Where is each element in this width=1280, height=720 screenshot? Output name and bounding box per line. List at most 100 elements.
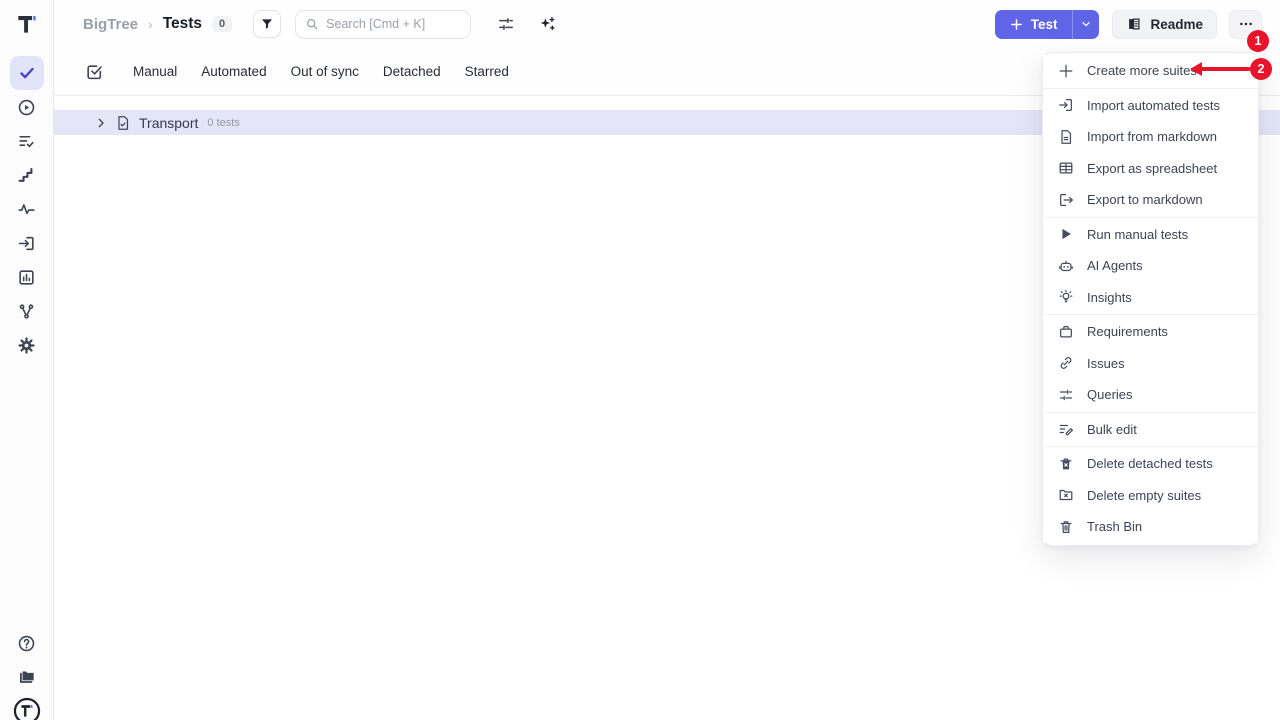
bar-chart-icon: [17, 268, 36, 287]
gear-icon: [17, 336, 36, 355]
readme-label: Readme: [1150, 17, 1203, 32]
menu-item-label: Requirements: [1087, 324, 1168, 339]
create-test-split-button: Test: [995, 10, 1100, 39]
pulse-icon: [17, 200, 36, 219]
breadcrumb-project[interactable]: BigTree: [83, 16, 138, 33]
sliders-icon: [1058, 387, 1074, 403]
sidebar-item-settings[interactable]: [10, 328, 44, 362]
export-box-icon: [1058, 192, 1074, 208]
tab-starred[interactable]: Starred: [465, 64, 509, 79]
menu-item-delete-empty-suites[interactable]: Delete empty suites: [1043, 480, 1258, 512]
menu-item-ai-agents[interactable]: AI Agents: [1043, 250, 1258, 282]
funnel-icon: [260, 17, 274, 31]
tab-automated[interactable]: Automated: [201, 64, 266, 79]
sidebar-bottom: [10, 626, 44, 720]
menu-divider: [1043, 217, 1258, 218]
sidebar-item-help[interactable]: [10, 626, 44, 660]
chevron-right-icon[interactable]: [95, 117, 107, 129]
menu-item-label: Delete empty suites: [1087, 488, 1201, 503]
spreadsheet-grid-icon: [1058, 160, 1074, 176]
suite-test-count: 0 tests: [207, 117, 239, 129]
view-settings-button[interactable]: [496, 14, 516, 34]
tests-count-badge: 0: [212, 16, 232, 32]
tab-out-of-sync[interactable]: Out of sync: [291, 64, 359, 79]
sidebar-item-pulse[interactable]: [10, 192, 44, 226]
suite-name: Transport: [139, 115, 198, 131]
sidebar-item-runs[interactable]: [10, 90, 44, 124]
menu-item-export-as-spreadsheet[interactable]: Export as spreadsheet: [1043, 153, 1258, 185]
logo-t-icon: [14, 11, 40, 37]
lightbulb-icon: [1058, 289, 1074, 305]
menu-item-delete-detached-tests[interactable]: Delete detached tests: [1043, 448, 1258, 480]
search-box[interactable]: [295, 10, 471, 39]
more-actions-menu: Create more suites Import automated test…: [1042, 52, 1259, 546]
menu-item-label: Trash Bin: [1087, 519, 1142, 534]
briefcase-icon: [1058, 324, 1074, 340]
select-all-check-icon: [85, 62, 104, 81]
folder-x-icon: [1058, 487, 1074, 503]
select-all-button[interactable]: [85, 62, 104, 81]
filter-button[interactable]: [253, 10, 281, 38]
trash-icon: [1058, 519, 1074, 535]
play-icon: [1058, 226, 1074, 242]
menu-item-import-automated-tests[interactable]: Import automated tests: [1043, 90, 1258, 122]
menu-item-label: Run manual tests: [1087, 227, 1188, 242]
create-test-label: Test: [1031, 17, 1058, 32]
robot-icon: [1058, 258, 1074, 274]
create-test-button[interactable]: Test: [995, 10, 1073, 39]
menu-item-bulk-edit[interactable]: Bulk edit: [1043, 414, 1258, 446]
book-icon: [1126, 16, 1142, 32]
sidebar-item-milestones[interactable]: [10, 158, 44, 192]
menu-item-label: Queries: [1087, 387, 1133, 402]
annotation-arrow-head: [1190, 62, 1202, 76]
sidebar-nav: [10, 56, 44, 362]
help-circle-icon: [17, 634, 36, 653]
menu-item-issues[interactable]: Issues: [1043, 348, 1258, 380]
menu-item-label: Import automated tests: [1087, 98, 1220, 113]
menu-item-export-to-markdown[interactable]: Export to markdown: [1043, 184, 1258, 216]
ai-assistant-button[interactable]: [537, 14, 557, 34]
app-logo[interactable]: [10, 7, 44, 41]
menu-item-run-manual-tests[interactable]: Run manual tests: [1043, 219, 1258, 251]
menu-divider: [1043, 88, 1258, 89]
menu-item-queries[interactable]: Queries: [1043, 379, 1258, 411]
sidebar-item-branches[interactable]: [10, 294, 44, 328]
sliders-icon: [497, 15, 515, 33]
sidebar-item-test-plans[interactable]: [10, 124, 44, 158]
list-pencil-icon: [1058, 421, 1074, 437]
sidebar-item-account[interactable]: [10, 694, 44, 720]
sidebar-item-projects[interactable]: [10, 660, 44, 694]
avatar: [13, 697, 41, 720]
search-input[interactable]: [326, 17, 456, 31]
menu-item-label: Import from markdown: [1087, 129, 1217, 144]
menu-item-label: Export to markdown: [1087, 192, 1203, 207]
menu-divider: [1043, 412, 1258, 413]
top-bar: BigTree › Tests 0 Test: [54, 0, 1280, 48]
chevron-down-icon: [1080, 18, 1092, 30]
menu-item-label: Bulk edit: [1087, 422, 1137, 437]
plus-icon: [1010, 18, 1023, 31]
menu-item-import-from-markdown[interactable]: Import from markdown: [1043, 121, 1258, 153]
sidebar-item-reports[interactable]: [10, 260, 44, 294]
menu-item-insights[interactable]: Insights: [1043, 282, 1258, 314]
menu-item-trash-bin[interactable]: Trash Bin: [1043, 511, 1258, 543]
menu-item-requirements[interactable]: Requirements: [1043, 316, 1258, 348]
menu-item-label: Create more suites: [1087, 63, 1197, 78]
ellipsis-icon: [1238, 16, 1254, 32]
tab-manual[interactable]: Manual: [133, 64, 177, 79]
folders-icon: [17, 667, 37, 687]
sidebar-item-import[interactable]: [10, 226, 44, 260]
menu-item-label: Insights: [1087, 290, 1132, 305]
menu-item-label: Issues: [1087, 356, 1125, 371]
tab-detached[interactable]: Detached: [383, 64, 441, 79]
sidebar-item-tests[interactable]: [10, 56, 44, 90]
menu-item-label: Delete detached tests: [1087, 456, 1213, 471]
file-document-icon: [1058, 129, 1074, 145]
menu-divider: [1043, 446, 1258, 447]
steps-icon: [17, 166, 36, 185]
create-test-dropdown-button[interactable]: [1072, 10, 1099, 39]
search-icon: [305, 17, 319, 31]
trash-x-icon: [1058, 456, 1074, 472]
readme-button[interactable]: Readme: [1112, 10, 1217, 39]
branch-icon: [17, 302, 36, 321]
